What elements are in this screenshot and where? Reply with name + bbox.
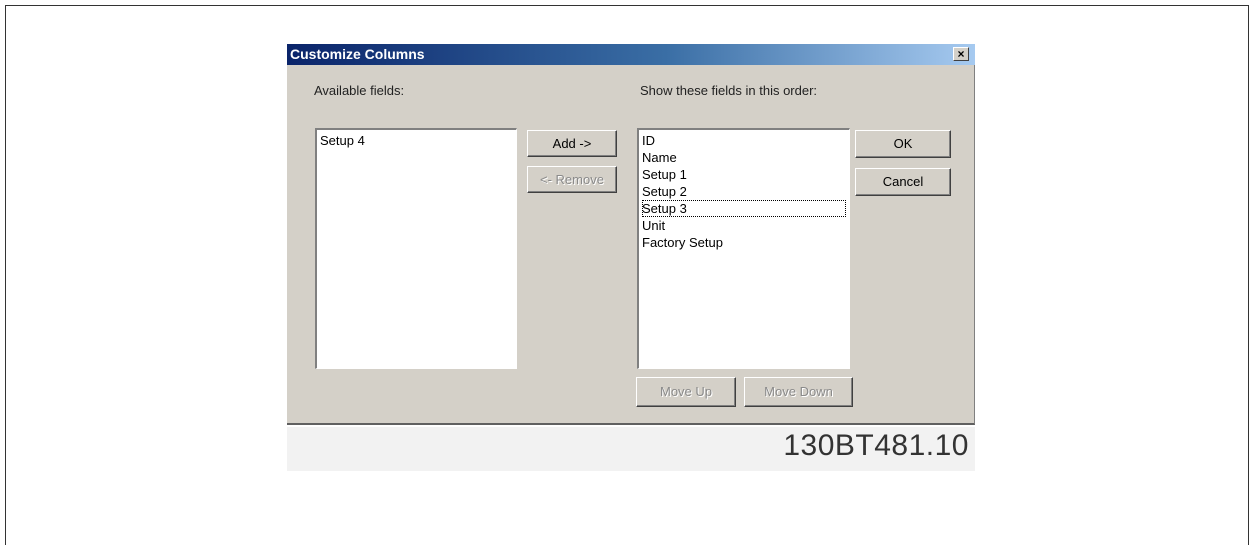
close-button[interactable]: × (953, 47, 969, 61)
customize-columns-dialog: Customize Columns × Available fields: Sh… (287, 44, 975, 425)
shown-fields-label: Show these fields in this order: (640, 83, 818, 98)
list-item[interactable]: Setup 1 (642, 166, 846, 183)
dialog-title: Customize Columns (290, 46, 425, 62)
list-item-focused[interactable]: Setup 3 (642, 200, 846, 217)
remove-button[interactable]: <- Remove (527, 166, 617, 193)
available-fields-list[interactable]: Setup 4 (315, 128, 517, 369)
shown-fields-list[interactable]: ID Name Setup 1 Setup 2 Setup 3 Unit Fac… (637, 128, 850, 369)
cancel-button[interactable]: Cancel (855, 168, 951, 196)
available-fields-label: Available fields: (314, 83, 405, 98)
ok-button[interactable]: OK (855, 130, 951, 158)
add-button-label: Add -> (552, 136, 592, 151)
move-up-button[interactable]: Move Up (636, 377, 736, 407)
list-item[interactable]: ID (642, 132, 846, 149)
list-item[interactable]: Setup 4 (320, 132, 513, 149)
close-icon: × (957, 47, 965, 61)
list-item[interactable]: Unit (642, 217, 846, 234)
move-down-button-label: Move Down (764, 384, 833, 399)
move-down-button[interactable]: Move Down (744, 377, 853, 407)
list-item[interactable]: Setup 2 (642, 183, 846, 200)
title-bar: Customize Columns × (287, 44, 975, 65)
add-button[interactable]: Add -> (527, 130, 617, 157)
list-item[interactable]: Factory Setup (642, 234, 846, 251)
figure-caption: 130BT481.10 (287, 427, 975, 471)
cancel-button-label: Cancel (882, 174, 924, 189)
figure-code: 130BT481.10 (783, 429, 969, 462)
ok-button-label: OK (893, 136, 913, 151)
list-item[interactable]: Name (642, 149, 846, 166)
remove-button-label: <- Remove (540, 172, 604, 187)
move-up-button-label: Move Up (659, 384, 713, 399)
